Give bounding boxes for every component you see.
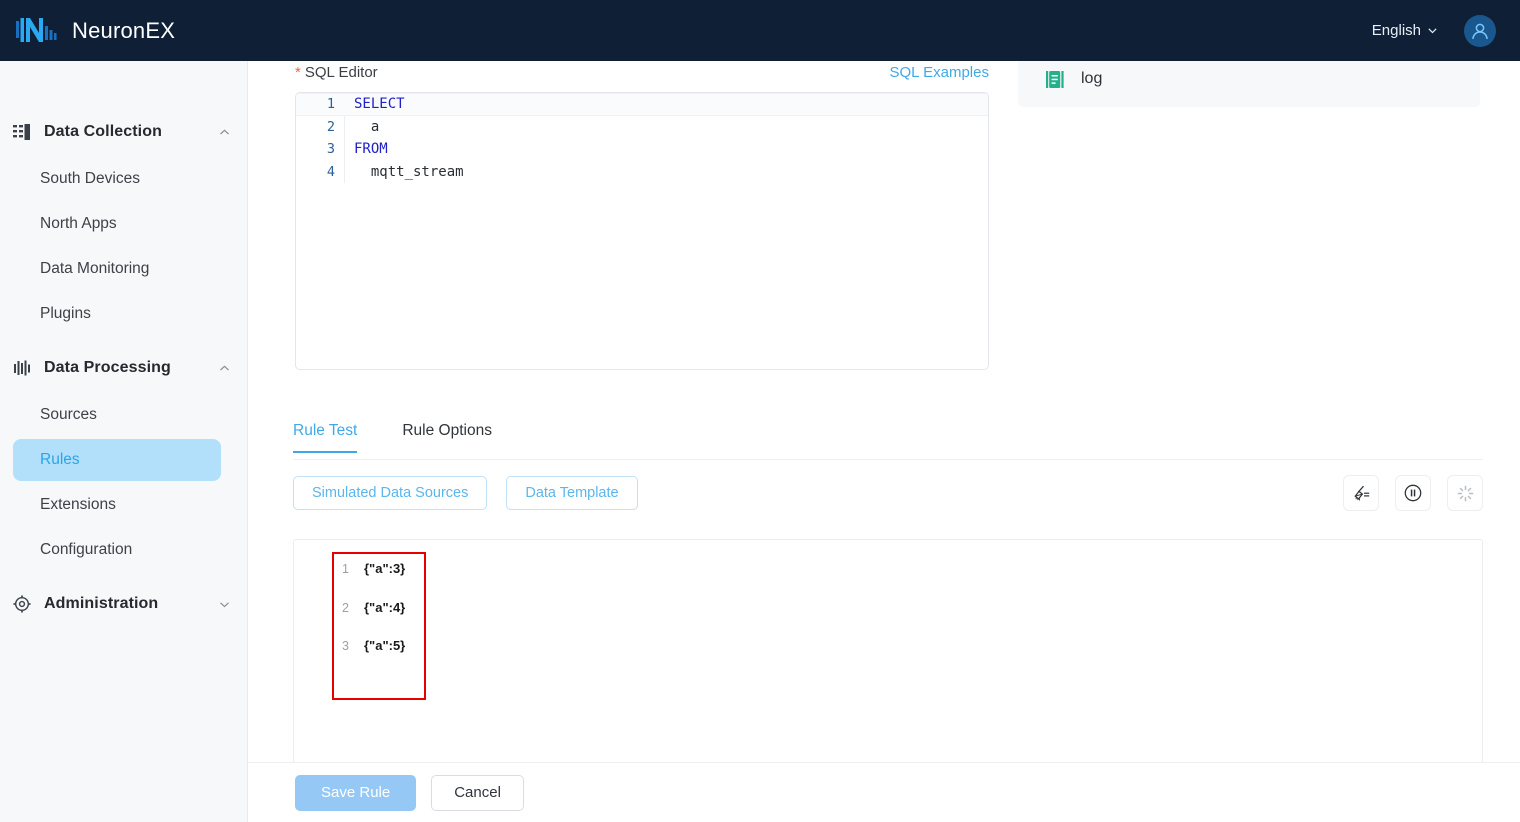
data-template-button[interactable]: Data Template [506, 476, 637, 510]
editor-line-number: 4 [296, 164, 344, 180]
output-row: 1 {"a":3} [342, 561, 424, 600]
editor-line-code: FROM [344, 138, 988, 161]
data-processing-icon [12, 358, 32, 378]
output-row-value: {"a":5} [364, 638, 405, 653]
output-highlight-box: 1 {"a":3} 2 {"a":4} 3 {"a":5} [332, 552, 426, 700]
sidebar-item-label: North Apps [40, 215, 117, 233]
sidebar-group-data-processing[interactable]: Data Processing [0, 345, 247, 391]
loading-spinner-icon [1456, 484, 1475, 503]
sidebar-group-label: Administration [44, 595, 158, 613]
main-content: * SQL Editor SQL Examples 1 SELECT 2 a 3… [248, 61, 1520, 822]
simulated-data-sources-button[interactable]: Simulated Data Sources [293, 476, 487, 510]
sidebar-item-label: Plugins [40, 305, 91, 323]
sidebar-item-label: Sources [40, 406, 97, 424]
editor-line: 1 SELECT [296, 93, 988, 116]
content-scroll-region: * SQL Editor SQL Examples 1 SELECT 2 a 3… [248, 61, 1520, 762]
log-book-icon [1045, 69, 1066, 90]
sidebar-group-data-collection[interactable]: Data Collection [0, 109, 247, 155]
form-footer: Save Rule Cancel [248, 762, 1520, 822]
chevron-down-icon [1427, 25, 1438, 36]
user-avatar-icon [1469, 20, 1491, 42]
tab-label: Rule Options [402, 422, 492, 439]
sidebar-item-label: Extensions [40, 496, 116, 514]
brand-name: NeuronEX [72, 18, 175, 44]
output-row-number: 2 [342, 601, 356, 615]
header-actions: English [1372, 15, 1520, 47]
sidebar-item-plugins[interactable]: Plugins [13, 293, 221, 335]
pause-circle-icon [1403, 483, 1423, 503]
tab-rule-options[interactable]: Rule Options [402, 422, 492, 452]
editor-line: 2 a [296, 116, 988, 139]
editor-line-number: 2 [296, 119, 344, 135]
sidebar-item-label: Data Monitoring [40, 260, 149, 278]
editor-line: 4 mqtt_stream [296, 161, 988, 184]
sidebar-item-north-apps[interactable]: North Apps [13, 203, 221, 245]
output-row-number: 1 [342, 562, 356, 576]
save-rule-button[interactable]: Save Rule [295, 775, 416, 811]
toolbar-icon-buttons [1343, 475, 1483, 511]
sql-editor-header: * SQL Editor SQL Examples [295, 64, 989, 81]
pause-test-button[interactable] [1395, 475, 1431, 511]
top-header: NeuronEX English [0, 0, 1520, 61]
broom-clear-icon [1352, 484, 1371, 503]
sidebar-item-sources[interactable]: Sources [13, 394, 221, 436]
sidebar-item-data-monitoring[interactable]: Data Monitoring [13, 248, 221, 290]
output-row-value: {"a":4} [364, 600, 405, 615]
data-collection-icon [12, 122, 32, 142]
sidebar-item-label: Configuration [40, 541, 132, 559]
sidebar-group-label: Data Collection [44, 123, 162, 141]
sidebar-item-extensions[interactable]: Extensions [13, 484, 221, 526]
log-panel-item[interactable]: log [1018, 61, 1480, 107]
avatar[interactable] [1464, 15, 1496, 47]
editor-line: 3 FROM [296, 138, 988, 161]
button-label: Data Template [525, 485, 618, 501]
editor-line-code: a [344, 116, 988, 139]
app-root: NeuronEX English [0, 0, 1520, 822]
sql-examples-link[interactable]: SQL Examples [890, 64, 990, 81]
output-row-value: {"a":3} [364, 561, 405, 576]
log-panel-label: log [1081, 70, 1102, 88]
editor-line-code: mqtt_stream [344, 161, 988, 184]
rule-test-toolbar: Simulated Data Sources Data Template [293, 476, 1483, 510]
sidebar: Data Collection South Devices North Apps… [0, 61, 248, 822]
sql-editor[interactable]: 1 SELECT 2 a 3 FROM 4 mqtt_stream [295, 92, 989, 370]
neuronex-logo-icon [14, 14, 60, 48]
tab-rule-test[interactable]: Rule Test [293, 422, 357, 452]
sidebar-item-configuration[interactable]: Configuration [13, 529, 221, 571]
sidebar-item-label: Rules [40, 451, 80, 469]
button-label: Simulated Data Sources [312, 485, 468, 501]
rule-tabs: Rule Test Rule Options [293, 422, 1483, 460]
cancel-button[interactable]: Cancel [431, 775, 524, 811]
rule-test-output-panel: 1 {"a":3} 2 {"a":4} 3 {"a":5} [293, 539, 1483, 767]
sidebar-group-label: Data Processing [44, 359, 171, 377]
clear-output-button[interactable] [1343, 475, 1379, 511]
sidebar-item-south-devices[interactable]: South Devices [13, 158, 221, 200]
output-row-number: 3 [342, 639, 356, 653]
sidebar-item-rules[interactable]: Rules [13, 439, 221, 481]
chevron-up-icon [218, 126, 231, 139]
tab-label: Rule Test [293, 422, 357, 439]
required-marker: * [295, 64, 301, 81]
sidebar-group-administration[interactable]: Administration [0, 581, 247, 627]
gear-icon [12, 594, 32, 614]
language-label: English [1372, 22, 1421, 39]
chevron-down-icon [218, 598, 231, 611]
output-row: 2 {"a":4} [342, 600, 424, 639]
editor-line-code: SELECT [344, 93, 988, 116]
editor-line-number: 3 [296, 141, 344, 157]
sidebar-item-label: South Devices [40, 170, 140, 188]
output-row: 3 {"a":5} [342, 638, 424, 677]
brand: NeuronEX [0, 14, 175, 48]
editor-line-number: 1 [296, 96, 344, 112]
sql-editor-label: SQL Editor [305, 64, 378, 81]
language-selector[interactable]: English [1372, 22, 1438, 39]
chevron-up-icon [218, 362, 231, 375]
loading-indicator-button[interactable] [1447, 475, 1483, 511]
